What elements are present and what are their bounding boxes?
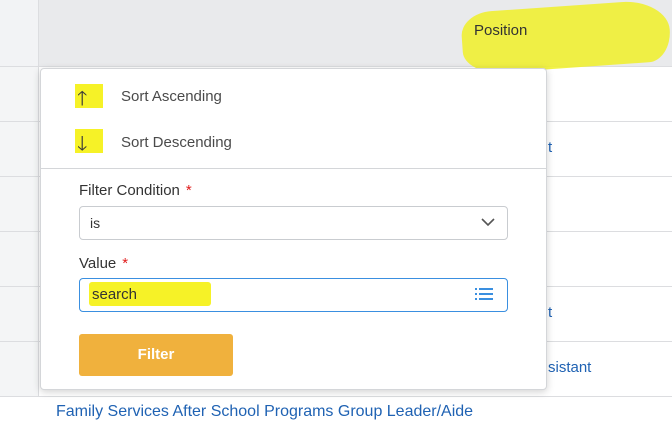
row-gutter bbox=[0, 122, 39, 176]
column-menu-popup: 🡑 Sort Ascending 🡓 Sort Descending Filte… bbox=[40, 68, 547, 390]
sort-ascending-item[interactable]: 🡑 Sort Ascending bbox=[41, 73, 546, 121]
sort-descending-label: Sort Descending bbox=[121, 134, 232, 151]
filter-condition-label: Filter Condition * bbox=[79, 182, 192, 199]
row-gutter bbox=[0, 232, 39, 286]
arrow-up-icon: 🡑 bbox=[77, 88, 88, 110]
sort-ascending-label: Sort Ascending bbox=[121, 88, 222, 105]
menu-divider bbox=[41, 168, 546, 169]
chevron-down-icon bbox=[481, 218, 495, 227]
row-gutter bbox=[0, 342, 39, 396]
required-indicator: * bbox=[122, 255, 129, 272]
row-gutter bbox=[0, 67, 39, 121]
arrow-down-icon: 🡓 bbox=[77, 133, 88, 155]
filter-condition-value: is bbox=[90, 215, 101, 231]
value-input[interactable]: search bbox=[79, 278, 508, 312]
row-gutter bbox=[0, 287, 39, 341]
position-link[interactable]: Family Services After School Programs Gr… bbox=[56, 403, 473, 421]
filter-button[interactable]: Filter bbox=[79, 334, 233, 376]
column-header-position[interactable]: Position bbox=[474, 22, 527, 39]
position-link[interactable]: sistant bbox=[548, 359, 591, 376]
value-label: Value * bbox=[79, 255, 129, 272]
filter-condition-select[interactable]: is bbox=[79, 206, 508, 240]
position-link[interactable]: t bbox=[548, 139, 552, 156]
list-icon[interactable] bbox=[475, 287, 493, 301]
required-indicator: * bbox=[185, 182, 192, 199]
position-link[interactable]: t bbox=[548, 304, 552, 321]
row-gutter bbox=[0, 177, 39, 231]
sort-descending-item[interactable]: 🡓 Sort Descending bbox=[41, 119, 546, 167]
value-input-text: search bbox=[92, 286, 138, 303]
header-row-gutter bbox=[0, 0, 38, 67]
